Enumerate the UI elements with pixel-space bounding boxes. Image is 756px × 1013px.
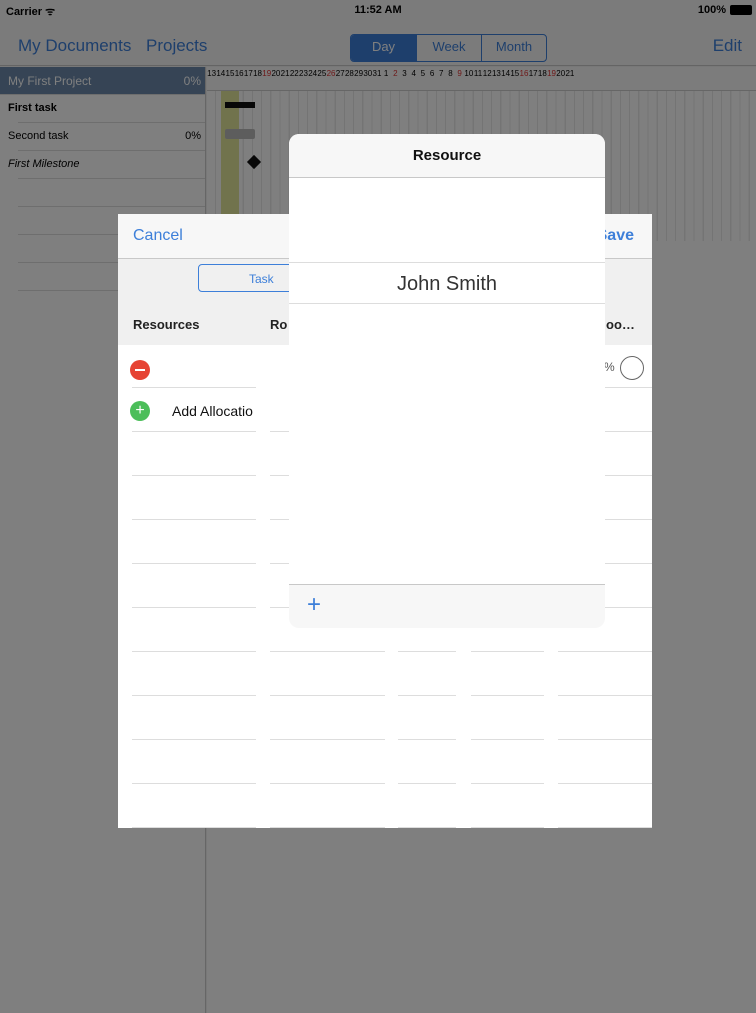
allocation-toggle[interactable] bbox=[620, 356, 644, 380]
add-allocation-icon[interactable]: + bbox=[130, 401, 150, 421]
role-column-header: Ro bbox=[270, 317, 288, 332]
resource-option[interactable]: John Smith bbox=[289, 262, 605, 304]
cancel-button[interactable]: Cancel bbox=[133, 227, 183, 245]
resources-column-header: Resources bbox=[133, 317, 200, 332]
popover-toolbar: + bbox=[289, 584, 605, 628]
remove-allocation-button[interactable] bbox=[130, 360, 150, 380]
tab-task[interactable]: Task bbox=[249, 272, 274, 286]
popover-title: Resource bbox=[289, 134, 605, 178]
add-resource-button[interactable]: + bbox=[307, 591, 321, 619]
column-header-truncated: oo… bbox=[606, 317, 635, 332]
resource-popover: Resource John Smith + bbox=[289, 134, 605, 628]
add-allocation-label[interactable]: Add Allocatio bbox=[172, 403, 253, 419]
allocation-percent: % bbox=[604, 360, 615, 374]
